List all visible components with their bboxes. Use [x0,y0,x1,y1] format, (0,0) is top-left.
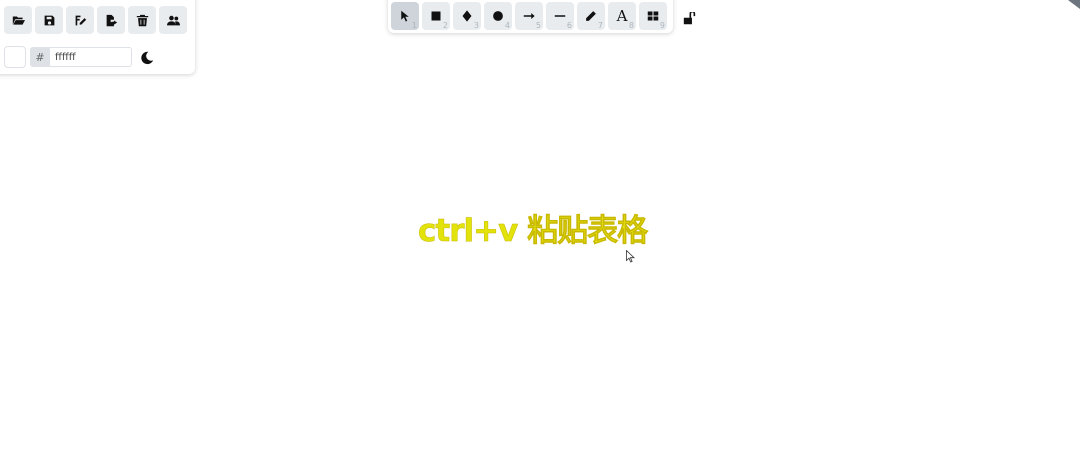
export-button[interactable] [97,6,125,34]
unlock-icon [683,10,696,25]
shape-toolbar: 1 2 3 4 5 6 7 A 8 9 [388,0,673,33]
tool-library[interactable]: 9 [639,2,667,30]
save-as-button[interactable] [66,6,94,34]
grid-icon [647,11,659,21]
canvas-background-picker: # [4,46,154,68]
paste-table-hint: ctrl+v 粘贴表格 [418,213,649,250]
moon-icon [141,51,154,65]
arrow-right-icon [523,13,535,19]
github-corner-icon[interactable] [1066,0,1080,10]
users-icon [166,15,180,25]
menu-panel: # [0,0,195,74]
tool-shortcut: 3 [473,21,479,30]
tool-shortcut: 7 [597,21,603,30]
theme-toggle-button[interactable] [140,50,154,65]
pencil-icon [586,11,596,21]
tool-draw[interactable]: 7 [577,2,605,30]
tool-shortcut: 4 [504,21,510,30]
line-icon [554,15,566,17]
square-icon [431,11,441,21]
text-icon: A [616,6,628,25]
tool-shortcut: 2 [442,21,448,30]
tool-rectangle[interactable]: 2 [422,2,450,30]
clear-canvas-button[interactable] [128,6,156,34]
action-buttons [4,6,187,34]
tool-text[interactable]: A 8 [608,2,636,30]
hex-prefix: # [30,47,50,67]
tool-ellipse[interactable]: 4 [484,2,512,30]
tool-diamond[interactable]: 3 [453,2,481,30]
tool-line[interactable]: 6 [546,2,574,30]
pen-file-icon [75,15,86,25]
trash-icon [136,14,148,26]
tool-selection[interactable]: 1 [391,2,419,30]
diamond-icon [462,10,472,22]
open-button[interactable] [4,6,32,34]
circle-icon [493,11,503,21]
file-export-icon [106,14,117,26]
lock-tool-button[interactable] [683,10,696,25]
save-button[interactable] [35,6,63,34]
mouse-cursor-icon [626,250,635,263]
save-icon [44,15,54,25]
folder-open-icon [12,15,25,25]
background-color-swatch[interactable] [4,46,26,68]
background-hex-input[interactable] [50,47,132,67]
tool-shortcut: 1 [411,21,417,30]
tool-shortcut: 9 [659,21,665,30]
pointer-icon [401,10,409,22]
tool-shortcut: 6 [566,21,572,30]
tool-arrow[interactable]: 5 [515,2,543,30]
tool-shortcut: 8 [628,21,634,30]
collaboration-button[interactable] [159,6,187,34]
tool-shortcut: 5 [535,21,541,30]
